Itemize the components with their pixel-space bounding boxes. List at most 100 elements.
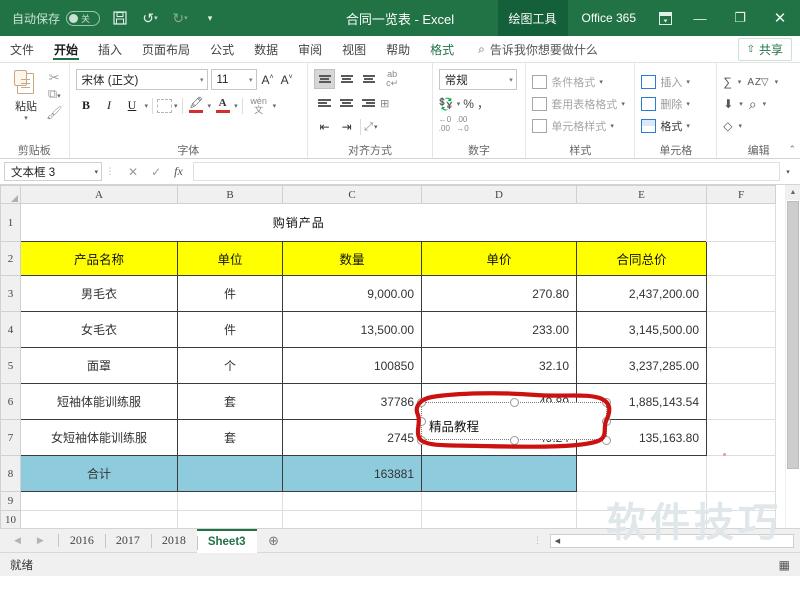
column-header-C[interactable]: C <box>282 185 422 204</box>
account-label[interactable]: Office 365 <box>568 11 650 25</box>
cell-F10[interactable] <box>706 510 776 528</box>
align-center-icon[interactable] <box>336 93 357 113</box>
sheet-tab-sheet3[interactable]: Sheet3 <box>196 528 257 553</box>
tab-home[interactable]: 开始 <box>44 36 88 62</box>
paste-dropdown-icon[interactable]: ▾ <box>24 114 28 122</box>
scroll-up-icon[interactable]: ▲ <box>786 185 800 200</box>
italic-button[interactable]: I <box>99 95 120 116</box>
decrease-decimal-icon[interactable]: .00 →0 <box>456 115 468 133</box>
orientation-dropdown-icon[interactable]: ▾ <box>374 123 378 131</box>
cut-icon[interactable]: ✂ <box>49 71 60 84</box>
row-header-8[interactable]: 8 <box>0 455 21 492</box>
cell-D9[interactable] <box>421 491 577 511</box>
fill-dropdown-icon[interactable]: ▾ <box>739 100 743 108</box>
tab-insert[interactable]: 插入 <box>88 36 132 62</box>
row-header-1[interactable]: 1 <box>0 203 21 242</box>
format-painter-icon[interactable]: 🖌 <box>46 106 63 119</box>
cell-unit-5[interactable]: 套 <box>177 419 283 456</box>
row-header-7[interactable]: 7 <box>0 419 21 456</box>
sheet-tab-split-handle[interactable]: ⋮ <box>533 535 550 546</box>
cell-F3[interactable] <box>706 275 776 312</box>
format-cells-button[interactable]: 格式 ▾ <box>641 115 690 137</box>
wrap-text-icon[interactable]: ab c↵ <box>380 70 404 88</box>
cell-F1[interactable] <box>706 203 776 242</box>
cell-B9[interactable] <box>177 491 283 511</box>
resize-handle-top-left[interactable] <box>417 398 426 407</box>
increase-decimal-icon[interactable]: ←0.00 <box>439 115 451 133</box>
name-box[interactable]: 文本框 3 ▾ <box>4 162 102 181</box>
customize-quick-access-icon[interactable]: ▾ <box>200 8 220 28</box>
sheet-tab-2017[interactable]: 2017 <box>104 529 151 553</box>
bold-button[interactable]: B <box>76 95 97 116</box>
tab-review[interactable]: 审阅 <box>288 36 332 62</box>
cell-qty-2[interactable]: 13,500.00 <box>282 311 422 348</box>
column-header-E[interactable]: E <box>576 185 707 204</box>
cell-unit-3[interactable]: 个 <box>177 347 283 384</box>
cell-F5[interactable] <box>706 347 776 384</box>
conditional-formatting-button[interactable]: 条件格式 ▾ <box>532 71 603 93</box>
row-header-6[interactable]: 6 <box>0 383 21 420</box>
table-header-total[interactable]: 合同总价 <box>576 241 707 276</box>
cell-qty-4[interactable]: 37786 <box>282 383 422 420</box>
cell-unit-2[interactable]: 件 <box>177 311 283 348</box>
tab-file[interactable]: 文件 <box>0 36 44 62</box>
vertical-scroll-thumb[interactable] <box>787 201 799 469</box>
cell-F4[interactable] <box>706 311 776 348</box>
underline-dropdown-icon[interactable]: ▾ <box>145 102 149 110</box>
row-header-10[interactable]: 10 <box>0 510 21 528</box>
cell-total-price[interactable] <box>421 455 577 492</box>
align-bottom-icon[interactable] <box>358 69 379 89</box>
phonetic-guide-icon[interactable]: wén 文 <box>247 96 271 115</box>
cell-B10[interactable] <box>177 510 283 528</box>
next-sheet-icon[interactable]: ▶ <box>37 535 44 546</box>
undo-icon[interactable]: ↺ ▾ <box>140 8 160 28</box>
add-sheet-icon[interactable]: ⊕ <box>257 533 291 549</box>
borders-dropdown-icon[interactable]: ▾ <box>174 102 178 110</box>
fill-color-dropdown-icon[interactable]: ▾ <box>208 102 212 110</box>
cell-A9[interactable] <box>20 491 178 511</box>
cell-total-3[interactable]: 3,237,285.00 <box>576 347 707 384</box>
close-button[interactable]: ✕ <box>760 0 800 36</box>
normal-view-icon[interactable]: ▦ <box>779 558 790 572</box>
resize-handle-bottom-left[interactable] <box>417 436 426 445</box>
textbox-shape[interactable]: 精品教程 <box>421 402 607 440</box>
table-header-product[interactable]: 产品名称 <box>20 241 178 276</box>
table-header-qty[interactable]: 数量 <box>282 241 422 276</box>
insert-cells-button[interactable]: 插入 ▾ <box>641 71 690 93</box>
expand-formula-bar-icon[interactable]: ▾ <box>780 168 796 176</box>
align-middle-icon[interactable] <box>336 69 357 89</box>
maximize-button[interactable]: ❐ <box>720 0 760 36</box>
insert-function-fx-icon[interactable]: fx <box>174 164 183 179</box>
cell-E1[interactable] <box>576 203 707 242</box>
accounting-dropdown-icon[interactable]: ▾ <box>457 100 461 108</box>
increase-font-size-icon[interactable]: A˄ <box>260 73 276 87</box>
tab-view[interactable]: 视图 <box>332 36 376 62</box>
merge-cells-icon[interactable]: ⊞ <box>380 97 389 110</box>
tab-formulas[interactable]: 公式 <box>200 36 244 62</box>
format-as-table-button[interactable]: 套用表格格式 ▾ <box>532 93 625 115</box>
cell-product-3[interactable]: 面罩 <box>20 347 178 384</box>
autosum-sigma-icon[interactable]: ∑ <box>723 75 732 89</box>
sheet-tab-2016[interactable]: 2016 <box>59 529 105 553</box>
autosave-toggle[interactable]: 关 <box>66 10 101 26</box>
align-top-icon[interactable] <box>314 69 336 89</box>
find-select-magnifier-icon[interactable]: ⌕ <box>749 96 757 113</box>
cell-unit-1[interactable]: 件 <box>177 275 283 312</box>
cell-styles-button[interactable]: 单元格样式 ▾ <box>532 115 614 137</box>
delete-cells-button[interactable]: 删除 ▾ <box>641 93 690 115</box>
cell-F6[interactable] <box>706 383 776 420</box>
row-header-9[interactable]: 9 <box>0 491 21 511</box>
phonetic-dropdown-icon[interactable]: ▾ <box>273 102 277 110</box>
cell-product-4[interactable]: 短袖体能训练服 <box>20 383 178 420</box>
cell-total-unit[interactable] <box>177 455 283 492</box>
column-header-D[interactable]: D <box>421 185 577 204</box>
resize-handle-bottom-center[interactable] <box>510 436 519 445</box>
clear-eraser-icon[interactable]: ◇ <box>723 119 732 133</box>
cell-F2[interactable] <box>706 241 776 276</box>
cell-product-5[interactable]: 女短袖体能训练服 <box>20 419 178 456</box>
cell-F7[interactable] <box>706 419 776 456</box>
font-color-dropdown-icon[interactable]: ▾ <box>234 102 238 110</box>
cell-total-qty[interactable]: 163881 <box>282 455 422 492</box>
cell-total-amount[interactable] <box>576 455 707 492</box>
redo-icon[interactable]: ↻ ▾ <box>170 8 190 28</box>
